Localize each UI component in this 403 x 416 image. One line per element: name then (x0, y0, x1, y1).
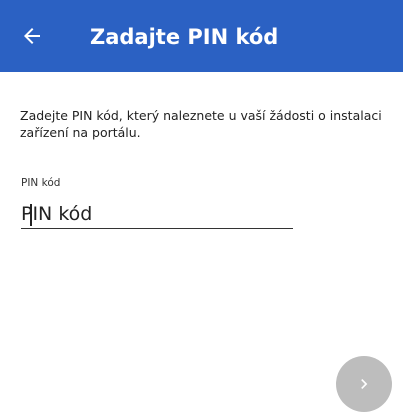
back-button[interactable] (20, 24, 44, 48)
chevron-right-icon (361, 379, 368, 389)
pin-field-label: PIN kód (21, 177, 61, 189)
next-button[interactable] (336, 356, 392, 412)
instructions-text: Zadejte PIN kód, který naleznete u vaší … (20, 108, 382, 140)
app-bar: Zadajte PIN kód (0, 0, 403, 72)
pin-entry-screen: Zadajte PIN kód Zadejte PIN kód, který n… (0, 0, 403, 416)
pin-input[interactable] (21, 199, 293, 229)
page-title: Zadajte PIN kód (90, 25, 279, 49)
arrow-back-icon (24, 28, 40, 44)
text-cursor (30, 204, 32, 226)
